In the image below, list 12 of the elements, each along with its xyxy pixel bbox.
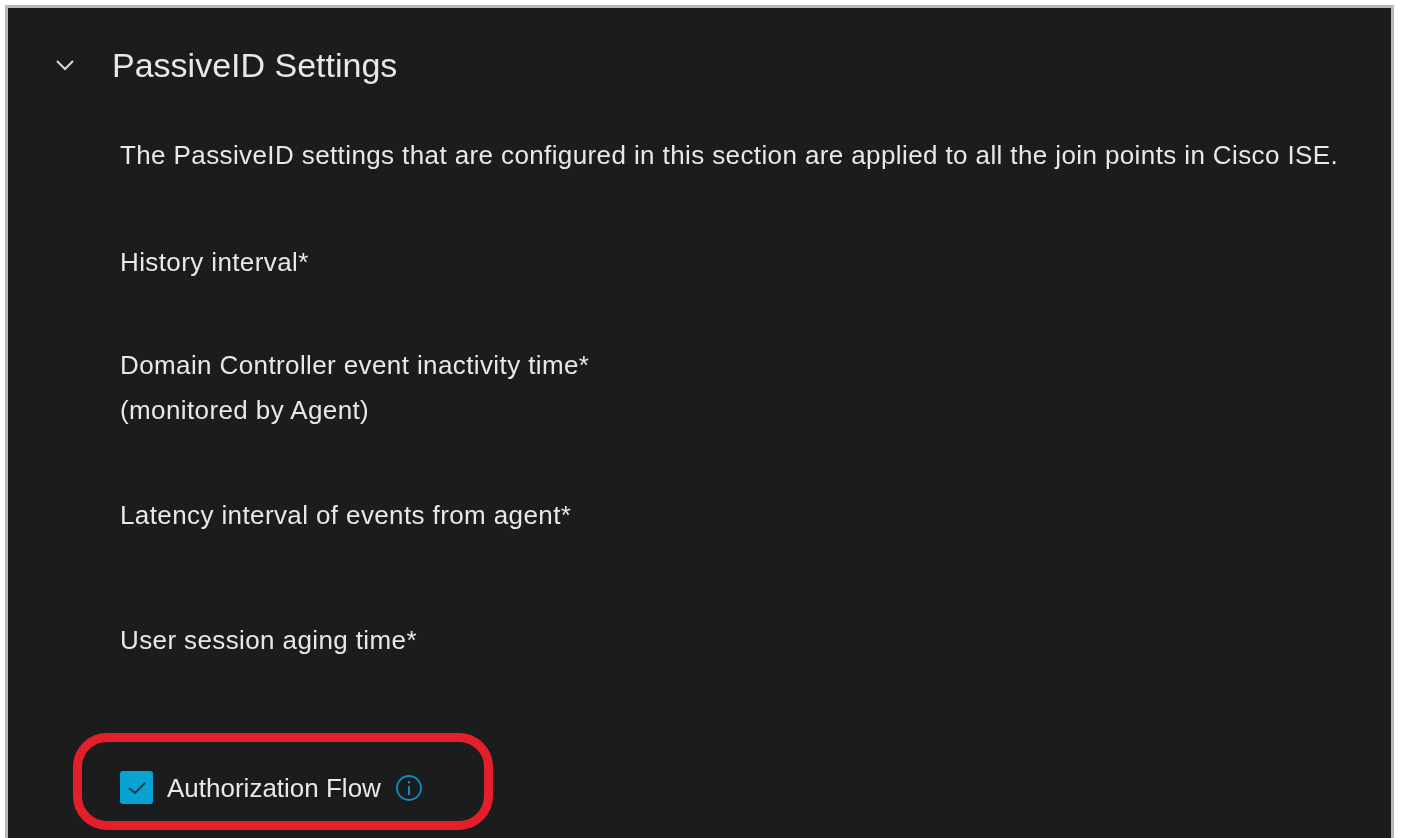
info-icon[interactable] [394,773,423,802]
field-label: History interval* [120,247,309,277]
chevron-icon [55,59,75,71]
section-header[interactable]: PassiveID Settings [55,45,398,85]
description-text: The PassiveID settings that are configured in this section are applied to all the join points in Cisco ISE. [120,140,1340,170]
checkbox-label: Authorization Flow [167,772,381,803]
field-label: Domain Controller event inactivity time* [120,350,590,380]
field-note: (monitored by Agent) [120,395,370,425]
checkbox[interactable] [120,771,153,804]
field-label: Latency interval of events from agent* [120,500,572,530]
field-label: User session aging time* [120,625,417,655]
checkmark-icon [126,780,147,795]
